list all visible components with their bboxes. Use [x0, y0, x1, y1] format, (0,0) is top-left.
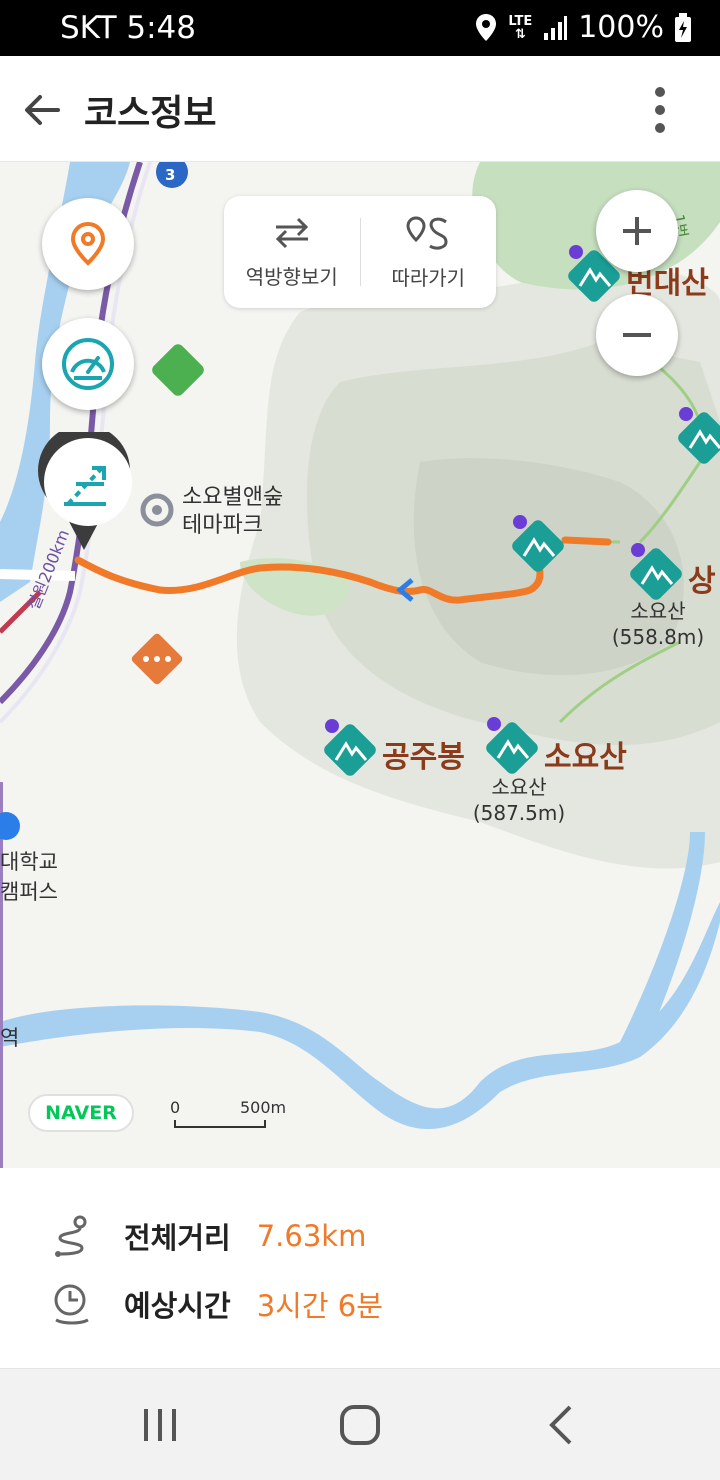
minus-icon — [623, 333, 651, 337]
location-icon — [476, 13, 497, 41]
map-scale: 0 500m — [170, 1098, 290, 1132]
recent-apps-icon[interactable] — [136, 1401, 184, 1449]
scale-zero: 0 — [170, 1098, 181, 1117]
swap-arrows-icon — [275, 217, 308, 248]
peak-label-sang: 상 — [688, 564, 716, 599]
time-value: 3시간 6분 — [256, 1289, 383, 1323]
battery-icon — [675, 12, 691, 42]
time-label: 예상시간 — [124, 1289, 231, 1323]
map-toolbar: 역방향보기 따라가기 — [224, 196, 496, 308]
home-icon[interactable] — [336, 1401, 384, 1449]
elevation-pin-icon — [37, 424, 132, 550]
time-row: 예상시간 3시간 6분 — [50, 1282, 383, 1326]
route-follow-icon — [406, 215, 448, 250]
peak-label-gongjubong: 공주봉 — [382, 740, 465, 775]
course-info-panel: 전체거리 7.63km 예상시간 3시간 6분 — [0, 1168, 720, 1368]
reverse-direction-label: 역방향보기 — [245, 264, 338, 289]
status-bar: SKT 5:48 LTE ⇅ 100% — [0, 0, 720, 56]
signal-icon — [544, 15, 568, 40]
location-pin-icon — [70, 221, 106, 266]
naver-logo: NAVER — [28, 1094, 134, 1132]
reverse-direction-button[interactable]: 역방향보기 — [224, 196, 360, 308]
peak-marker-icon[interactable] — [510, 514, 566, 574]
app-bar: 코스정보 — [0, 56, 720, 162]
station-label: 역 — [0, 1026, 20, 1050]
distance-value: 7.63km — [256, 1219, 367, 1253]
peak-558-label: 소요산 (558.8m) — [611, 599, 705, 649]
clock-icon — [54, 1284, 89, 1325]
zoom-out-button[interactable] — [596, 294, 678, 376]
speedometer-button[interactable] — [42, 318, 134, 410]
university-label-2: 캠퍼스 — [0, 880, 58, 904]
lte-icon: LTE ⇅ — [508, 13, 533, 42]
peak-marker-icon[interactable] — [484, 716, 540, 776]
zoom-in-button[interactable] — [596, 190, 678, 272]
carrier-time: SKT 5:48 — [60, 10, 197, 46]
my-location-button[interactable] — [42, 198, 134, 290]
peak-587-label: 소요산 (587.5m) — [472, 775, 566, 825]
plus-icon — [623, 217, 651, 245]
system-nav-bar — [0, 1368, 720, 1480]
theme-park-label: 소요별앤숲 테마파크 — [182, 485, 284, 538]
route-distance-icon — [55, 1215, 87, 1257]
speedometer-icon — [62, 338, 114, 390]
back-arrow-icon[interactable] — [18, 86, 66, 134]
distance-row: 전체거리 7.63km — [50, 1214, 366, 1258]
peak-marker-icon[interactable] — [322, 718, 378, 778]
battery-percent: 100% — [578, 10, 664, 45]
status-icons: LTE ⇅ 100% — [474, 10, 692, 45]
road-number-badge: 3 — [165, 166, 176, 184]
peak-marker-icon[interactable] — [676, 406, 720, 466]
more-options-icon[interactable] — [650, 82, 670, 138]
page-title: 코스정보 — [84, 93, 217, 134]
scale-bar — [174, 1120, 266, 1128]
university-label-1: 대학교 — [0, 850, 58, 874]
peak-marker-icon[interactable] — [628, 542, 684, 602]
elevation-marker[interactable] — [34, 424, 134, 552]
distance-label: 전체거리 — [124, 1221, 231, 1255]
follow-label: 따라가기 — [391, 265, 466, 290]
peak-label-soyosan: 소요산 — [544, 740, 627, 775]
scale-distance: 500m — [240, 1098, 287, 1117]
follow-button[interactable]: 따라가기 — [361, 196, 497, 308]
back-nav-icon[interactable] — [538, 1401, 586, 1449]
map-view[interactable]: 번대산 상 공주봉 소요산 소요산 (558.8m) 소요산 (587.5m) … — [0, 162, 720, 1168]
